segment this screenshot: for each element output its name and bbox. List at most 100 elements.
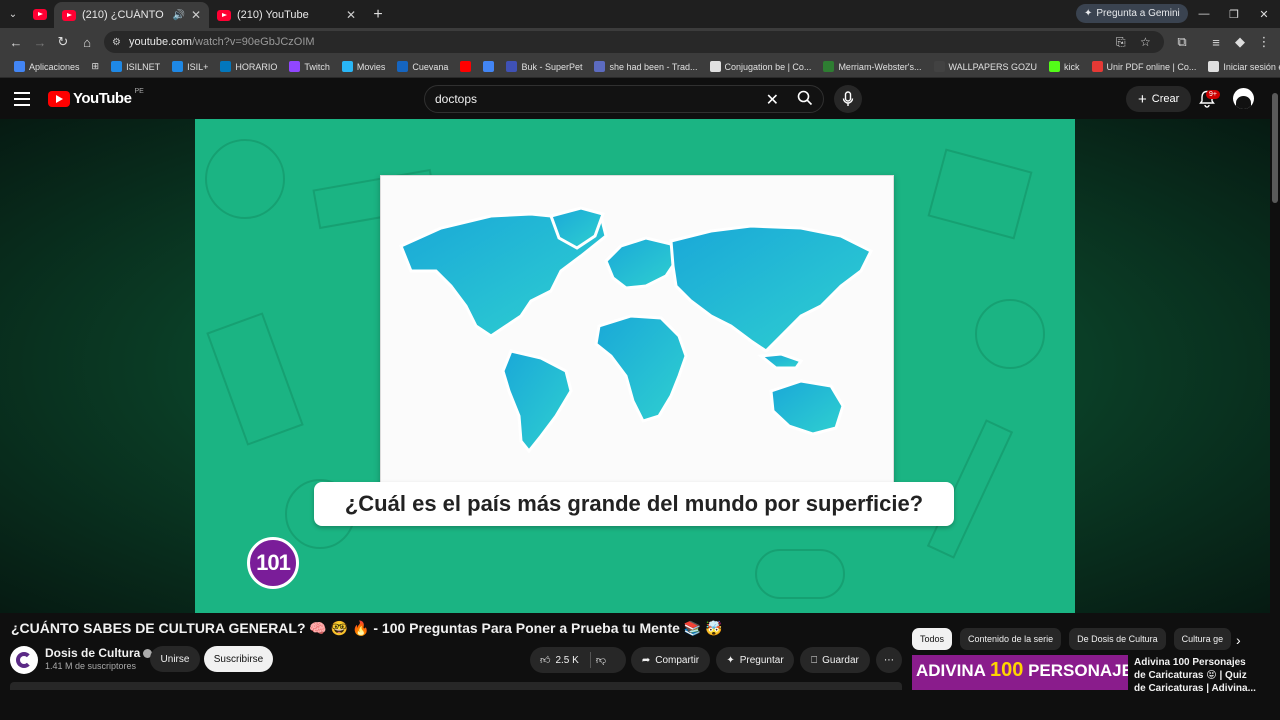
chip-channel[interactable]: De Dosis de Cultura <box>1069 628 1166 650</box>
youtube-header: YouTube PE doctops ✕ + Crear <box>0 79 1280 119</box>
doodle-decoration <box>205 139 285 219</box>
youtube-logo[interactable]: YouTube PE <box>48 88 144 107</box>
bookmark-favicon-icon <box>1049 61 1061 72</box>
extensions-icon[interactable]: ⧉ <box>1172 32 1192 52</box>
bookmark-item[interactable]: HORARIO <box>214 56 283 77</box>
like-button[interactable]: 👍︎ 2.5 K <box>540 654 579 667</box>
world-map-card <box>380 175 894 487</box>
create-button[interactable]: + Crear <box>1126 86 1192 112</box>
hamburger-menu-icon[interactable] <box>14 89 34 109</box>
save-button[interactable]: ⎕ Guardar <box>800 647 870 673</box>
bookmarks-bar: Aplicaciones ⊞ ISILNET ISIL+ HORARIO Twitch Mo… <box>0 56 1280 78</box>
page-scrollbar[interactable] <box>1270 79 1280 690</box>
reload-icon[interactable]: ↻ <box>53 32 73 52</box>
youtube-favicon-icon <box>62 9 76 21</box>
share-button[interactable]: ➦ Compartir <box>631 647 710 673</box>
new-tab-button[interactable]: + <box>364 2 392 28</box>
bookmark-item[interactable]: Cuevana <box>391 56 454 77</box>
bookmark-item[interactable]: Movies <box>336 56 392 77</box>
bookmark-item[interactable]: Aplicaciones <box>8 56 86 77</box>
question-banner: ¿Cuál es el país más grande del mundo po… <box>314 482 954 526</box>
bookmark-item[interactable]: she had been - Trad... <box>588 56 703 77</box>
url-host: youtube.com <box>128 36 192 48</box>
chip-culture[interactable]: Cultura ge <box>1173 628 1232 650</box>
bookmark-label: Iniciar sesión en Ca... <box>1223 61 1280 72</box>
bookmark-item[interactable] <box>454 56 477 77</box>
thumbnail-text: ADIVINA 100 PERSONAJES <box>916 659 1128 681</box>
notification-count-badge: 9+ <box>1206 90 1220 99</box>
bookmark-label: WALLPAPERS GOZU <box>948 61 1038 72</box>
like-count: 2.5 K <box>555 654 579 666</box>
speaker-icon[interactable]: 🔊 <box>172 10 184 21</box>
bookmark-item[interactable]: Unir PDF online | Co... <box>1086 56 1203 77</box>
tab-youtube[interactable]: (210) YouTube ✕ <box>209 2 364 28</box>
join-button[interactable]: Unirse <box>150 646 200 672</box>
recommended-video-title[interactable]: Adivina 100 Personajes de Caricaturas 😝 … <box>1134 656 1258 695</box>
bookmark-item[interactable]: Iniciar sesión en Ca... <box>1202 56 1280 77</box>
bookmark-item[interactable]: kick <box>1043 56 1086 77</box>
pinned-tab[interactable] <box>26 0 54 28</box>
bookmark-item[interactable]: Twitch <box>283 56 336 77</box>
tab-video[interactable]: (210) ¿CUÁNTO SABES DE CULTURA GENERAL? … <box>54 2 209 28</box>
bookmark-favicon-icon <box>111 61 123 72</box>
bookmark-star-icon[interactable]: ☆ <box>1140 31 1151 53</box>
install-app-icon[interactable]: ⎘ <box>1116 31 1126 53</box>
close-window-button[interactable]: ✕ <box>1248 0 1280 28</box>
ask-button[interactable]: ✦ Preguntar <box>716 647 794 673</box>
bookmark-item[interactable]: Conjugation be | Co... <box>704 56 818 77</box>
profile-icon[interactable]: ◆ <box>1230 32 1250 52</box>
scrollbar-thumb[interactable] <box>1272 93 1278 203</box>
bookmark-favicon-icon <box>14 61 25 72</box>
more-actions-icon[interactable]: ⋯ <box>876 647 902 673</box>
subscribe-button[interactable]: Suscribirse <box>204 646 273 672</box>
search-icon[interactable] <box>797 90 813 110</box>
bookmark-label: Conjugation be | Co... <box>724 61 812 72</box>
create-label: Crear <box>1151 93 1180 105</box>
clear-search-icon[interactable]: ✕ <box>766 90 779 110</box>
tab-search-button[interactable]: ⌄ <box>0 0 26 28</box>
back-arrow-icon[interactable]: ← <box>6 32 26 52</box>
doodle-decoration <box>927 148 1033 240</box>
close-tab-icon[interactable]: ✕ <box>191 8 201 22</box>
video-player[interactable]: ¿Cuál es el país más grande del mundo po… <box>0 119 1270 613</box>
address-bar[interactable]: ⚙ youtube.com/watch?v=90eGbJCzOIM ⎘ ☆ <box>104 31 1164 53</box>
channel-avatar[interactable] <box>10 646 38 674</box>
bookmark-favicon-icon <box>397 61 409 72</box>
bookmark-item[interactable]: Buk - SuperPet <box>500 56 588 77</box>
bookmark-label: HORARIO <box>235 61 278 72</box>
thumbs-up-icon: 👍︎ <box>540 655 551 666</box>
bookmark-favicon-icon <box>172 61 184 72</box>
account-avatar[interactable] <box>1233 88 1254 109</box>
thumbs-down-icon: 👎︎ <box>595 655 606 666</box>
youtube-favicon-icon <box>217 9 231 21</box>
dislike-button[interactable]: 👎︎ <box>596 654 606 666</box>
chevron-right-icon[interactable]: › <box>1236 632 1241 648</box>
youtube-favicon-icon <box>33 8 47 20</box>
bookmark-item[interactable]: ISILNET <box>105 56 166 77</box>
close-tab-icon[interactable]: ✕ <box>346 8 356 22</box>
gemini-button[interactable]: ✦ Pregunta a Gemini <box>1076 4 1188 23</box>
chip-all[interactable]: Todos <box>912 628 953 650</box>
voice-search-mic-icon[interactable] <box>834 85 862 113</box>
search-input[interactable]: doctops <box>435 92 477 106</box>
bookmark-label: Merriam-Webster's... <box>838 61 922 72</box>
search-box[interactable]: doctops ✕ <box>424 85 824 113</box>
bookmark-item[interactable]: Merriam-Webster's... <box>817 56 927 77</box>
bookmark-favicon-icon <box>506 61 518 72</box>
bookmark-favicon-icon <box>460 61 472 72</box>
share-arrow-icon: ➦ <box>641 654 651 666</box>
maximize-button[interactable]: ❐ <box>1218 0 1250 28</box>
bookmark-item[interactable]: WALLPAPERS GOZU <box>928 56 1044 77</box>
chip-series[interactable]: Contenido de la serie <box>960 628 1062 650</box>
media-control-icon[interactable]: ≡ <box>1206 32 1226 52</box>
home-icon[interactable]: ⌂ <box>77 32 97 52</box>
recommended-thumbnail[interactable]: ADIVINA 100 PERSONAJES <box>912 655 1128 690</box>
bookmark-item[interactable] <box>477 56 500 77</box>
menu-kebab-icon[interactable]: ⋮ <box>1254 32 1274 52</box>
tab-groups-grid-icon[interactable]: ⊞ <box>86 56 106 77</box>
bookmark-item[interactable]: ISIL+ <box>166 56 214 77</box>
site-info-icon[interactable]: ⚙ <box>112 37 121 48</box>
channel-name[interactable]: Dosis de Cultura <box>45 646 153 660</box>
minimize-button[interactable]: — <box>1188 0 1220 28</box>
forward-arrow-icon[interactable]: → <box>30 32 50 52</box>
